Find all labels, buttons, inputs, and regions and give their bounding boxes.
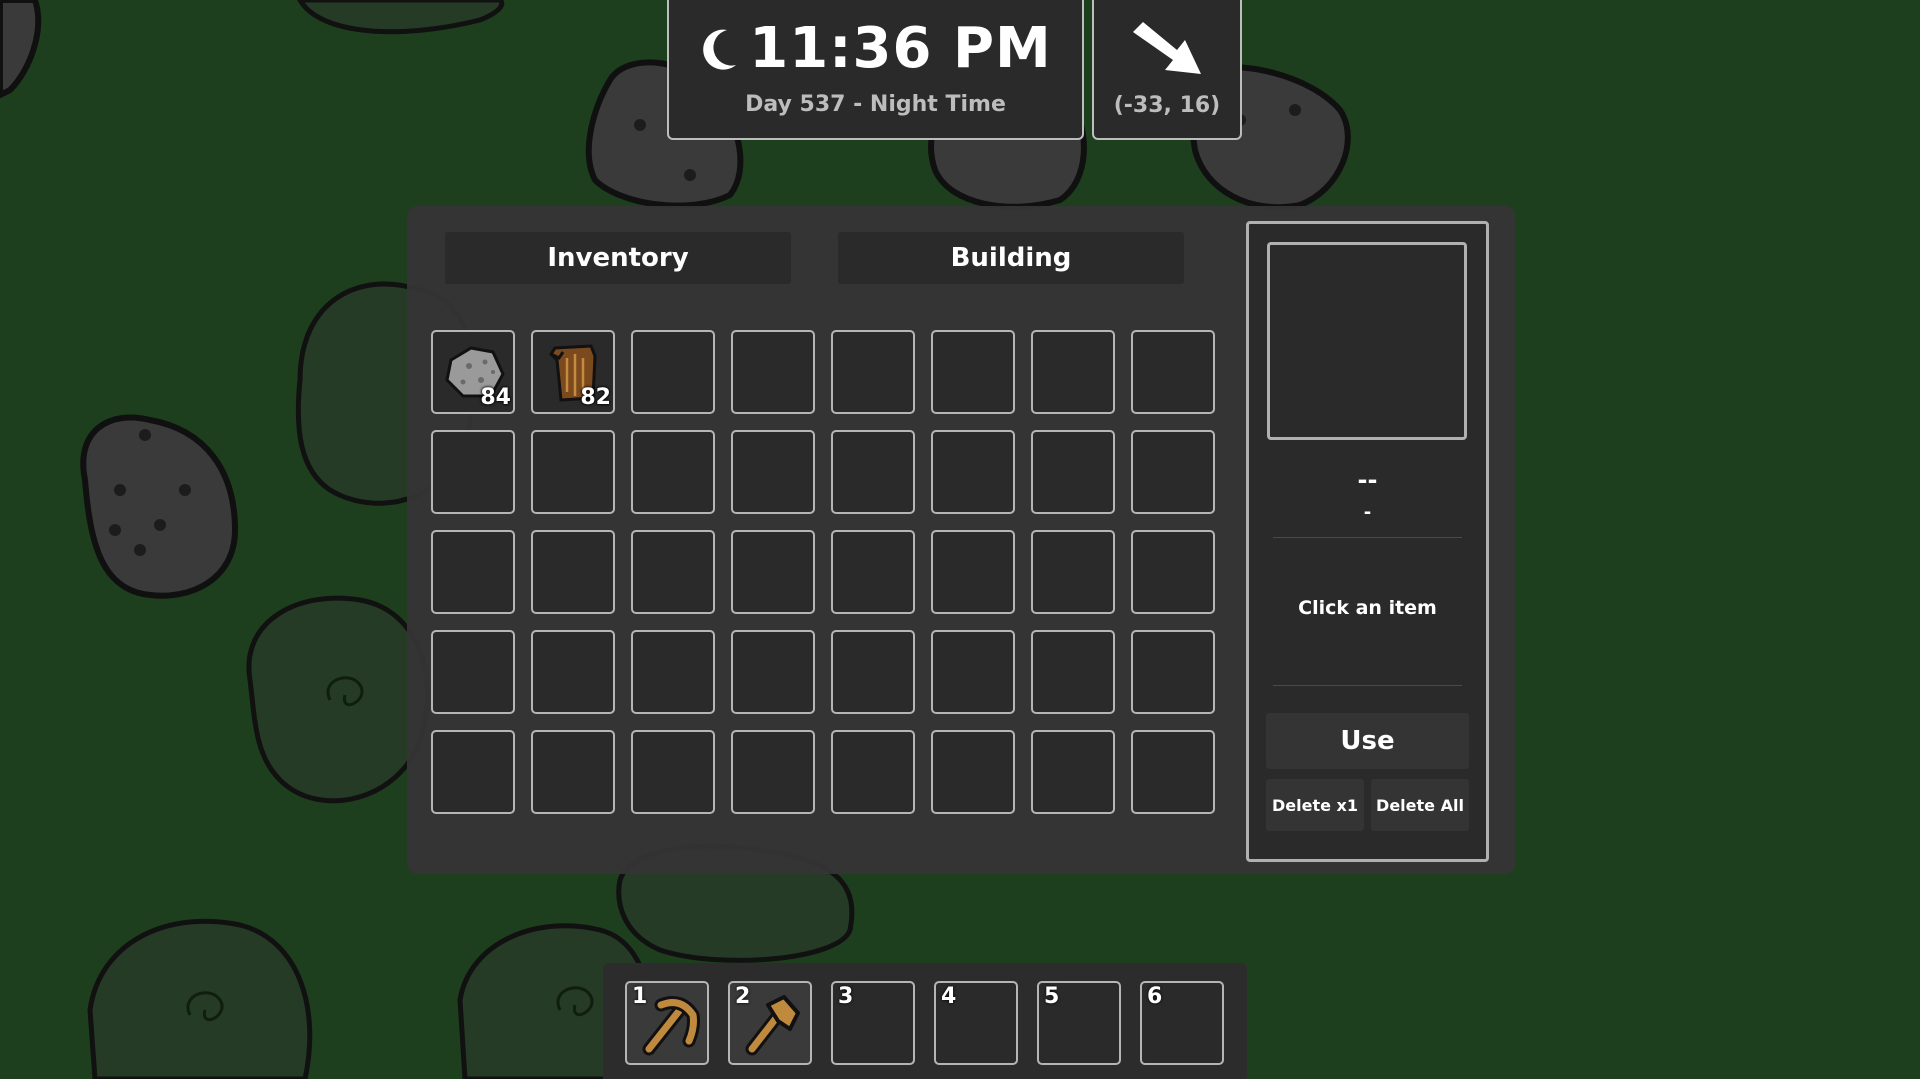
inventory-slot[interactable] bbox=[1031, 530, 1115, 614]
inventory-slot[interactable] bbox=[431, 630, 515, 714]
inventory-slot[interactable] bbox=[1131, 430, 1215, 514]
day-label: Day 537 - Night Time bbox=[745, 92, 1006, 117]
item-quantity: 82 bbox=[580, 385, 611, 410]
inventory-slot[interactable] bbox=[931, 730, 1015, 814]
hotbar-number: 3 bbox=[838, 984, 854, 1009]
inventory-slot[interactable] bbox=[531, 630, 615, 714]
inventory-slot[interactable] bbox=[631, 430, 715, 514]
item-quantity: 84 bbox=[480, 385, 511, 410]
hotbar-number: 5 bbox=[1044, 984, 1060, 1009]
inventory-slot[interactable] bbox=[731, 430, 815, 514]
delete-one-button[interactable]: Delete x1 bbox=[1266, 779, 1364, 831]
use-button[interactable]: Use bbox=[1266, 713, 1469, 769]
inventory-slot[interactable] bbox=[731, 630, 815, 714]
inventory-slot[interactable] bbox=[1131, 730, 1215, 814]
moon-icon bbox=[703, 29, 737, 70]
item-type: - bbox=[1363, 502, 1372, 523]
hotbar-number: 2 bbox=[735, 984, 751, 1009]
inventory-slot[interactable] bbox=[1131, 530, 1215, 614]
item-description: Click an item bbox=[1298, 597, 1437, 619]
hotbar: 1 2 3 4 5 6 bbox=[603, 963, 1247, 1079]
inventory-grid: 84 82 bbox=[431, 330, 1215, 814]
clock-time: 11:36 PM bbox=[749, 16, 1052, 81]
inventory-slot[interactable] bbox=[531, 530, 615, 614]
inventory-slot[interactable] bbox=[931, 330, 1015, 414]
inventory-slot[interactable]: 82 bbox=[531, 330, 615, 414]
inventory-slot[interactable] bbox=[631, 630, 715, 714]
tab-inventory[interactable]: Inventory bbox=[445, 232, 791, 284]
inventory-slot[interactable] bbox=[831, 430, 915, 514]
inventory-slot[interactable] bbox=[431, 430, 515, 514]
inventory-slot[interactable] bbox=[731, 530, 815, 614]
item-preview bbox=[1267, 242, 1467, 440]
inventory-slot[interactable] bbox=[731, 730, 815, 814]
inventory-panel: Inventory Building 84 82 -- - Click an i… bbox=[407, 206, 1515, 874]
hotbar-slot-2[interactable]: 2 bbox=[728, 981, 812, 1065]
inventory-slot[interactable] bbox=[831, 730, 915, 814]
inventory-slot[interactable] bbox=[931, 530, 1015, 614]
inventory-slot[interactable] bbox=[631, 330, 715, 414]
inventory-slot[interactable] bbox=[831, 330, 915, 414]
inventory-slot[interactable] bbox=[631, 730, 715, 814]
hotbar-slot-5[interactable]: 5 bbox=[1037, 981, 1121, 1065]
inventory-slot[interactable] bbox=[1031, 330, 1115, 414]
inventory-slot[interactable] bbox=[731, 330, 815, 414]
inventory-slot[interactable] bbox=[1131, 330, 1215, 414]
delete-all-button[interactable]: Delete All bbox=[1371, 779, 1469, 831]
inventory-slot[interactable] bbox=[831, 630, 915, 714]
inventory-slot[interactable] bbox=[1031, 730, 1115, 814]
hotbar-number: 4 bbox=[941, 984, 957, 1009]
hotbar-slot-1[interactable]: 1 bbox=[625, 981, 709, 1065]
inventory-slot[interactable] bbox=[531, 730, 615, 814]
tab-building[interactable]: Building bbox=[838, 232, 1184, 284]
item-details-panel: -- - Click an item Use Delete x1 Delete … bbox=[1246, 221, 1489, 862]
item-name: -- bbox=[1357, 466, 1378, 494]
clock-panel: 11:36 PM Day 537 - Night Time bbox=[667, 0, 1084, 140]
compass-panel: (-33, 16) bbox=[1092, 0, 1242, 140]
hotbar-slot-6[interactable]: 6 bbox=[1140, 981, 1224, 1065]
coordinates-readout: (-33, 16) bbox=[1113, 93, 1221, 118]
divider bbox=[1273, 685, 1462, 686]
inventory-slot[interactable] bbox=[631, 530, 715, 614]
inventory-slot[interactable]: 84 bbox=[431, 330, 515, 414]
inventory-slot[interactable] bbox=[1031, 430, 1115, 514]
hotbar-number: 1 bbox=[632, 984, 648, 1009]
inventory-slot[interactable] bbox=[931, 430, 1015, 514]
inventory-slot[interactable] bbox=[831, 530, 915, 614]
inventory-slot[interactable] bbox=[1131, 630, 1215, 714]
arrow-down-right-icon bbox=[1133, 22, 1201, 74]
hotbar-slot-4[interactable]: 4 bbox=[934, 981, 1018, 1065]
inventory-slot[interactable] bbox=[1031, 630, 1115, 714]
inventory-slot[interactable] bbox=[431, 730, 515, 814]
inventory-slot[interactable] bbox=[431, 530, 515, 614]
divider bbox=[1273, 537, 1462, 538]
hotbar-slot-3[interactable]: 3 bbox=[831, 981, 915, 1065]
hotbar-number: 6 bbox=[1147, 984, 1163, 1009]
inventory-slot[interactable] bbox=[531, 430, 615, 514]
inventory-slot[interactable] bbox=[931, 630, 1015, 714]
